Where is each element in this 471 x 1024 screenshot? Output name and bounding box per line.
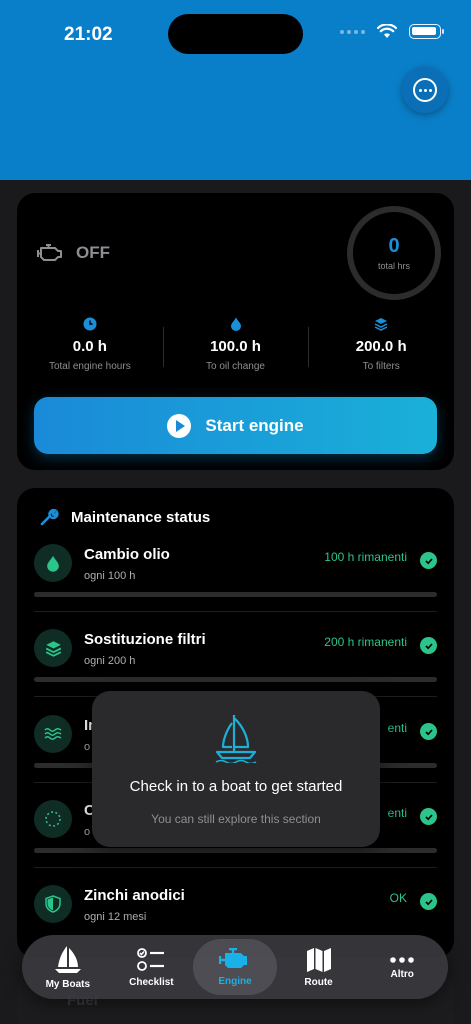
toast-title: Check in to a boat to get started: [129, 778, 343, 795]
more-options-button[interactable]: [402, 67, 448, 113]
engine-icon: [218, 947, 247, 968]
drop-icon: [47, 555, 59, 572]
stat-filters: 200.0 h To filters: [308, 317, 454, 377]
wifi-icon: [377, 24, 397, 38]
item-interval: ogni 12 mesi: [84, 911, 147, 923]
maintenance-item-oil[interactable]: Cambio olio ogni 100 h 100 h rimanenti: [34, 544, 437, 630]
item-icon: [34, 885, 72, 923]
item-name: Zinchi anodici: [84, 887, 185, 904]
tab-my-boats[interactable]: My Boats: [26, 939, 110, 995]
header: 21:02: [0, 0, 471, 180]
stat-total-hours: 0.0 h Total engine hours: [17, 317, 163, 377]
item-interval: o: [84, 826, 91, 838]
battery-icon: [409, 24, 444, 39]
check-icon: [420, 808, 437, 825]
layers-icon: [45, 640, 61, 657]
item-icon: [34, 544, 72, 582]
wrench-icon: [40, 508, 59, 526]
engine-status: OFF: [36, 243, 110, 263]
item-name: Sostituzione filtri: [84, 631, 206, 648]
stat-value: 0.0 h: [72, 338, 107, 355]
tab-label: My Boats: [45, 978, 91, 990]
dynamic-island: [168, 14, 303, 54]
item-name: Cambio olio: [84, 546, 170, 563]
tab-label: Engine: [218, 975, 252, 987]
sailboat-icon: [54, 945, 81, 973]
divider: [34, 867, 437, 868]
tab-altro[interactable]: Altro: [360, 939, 444, 995]
play-icon: [167, 413, 192, 438]
progress-bar: [34, 677, 437, 682]
clock-icon: [83, 317, 97, 331]
tab-route[interactable]: Route: [277, 939, 361, 995]
item-interval: o: [84, 741, 91, 753]
progress-bar: [34, 592, 437, 597]
layers-icon: [374, 318, 388, 331]
progress-bar: [34, 848, 437, 853]
check-in-toast: Check in to a boat to get started You ca…: [92, 691, 380, 847]
maintenance-title: Maintenance status: [71, 508, 211, 526]
stat-caption: To filters: [362, 361, 400, 372]
stat-value: 100.0 h: [210, 338, 261, 355]
status-icons: [340, 24, 444, 39]
item-remaining: OK: [389, 891, 407, 905]
sailboat-icon: [215, 715, 257, 763]
tab-checklist[interactable]: Checklist: [110, 939, 194, 995]
item-interval: ogni 200 h: [84, 655, 136, 667]
item-remaining: enti: [387, 721, 407, 735]
hours-gauge: 0 total hrs: [347, 206, 441, 300]
check-icon: [420, 893, 437, 910]
engine-stats: 0.0 h Total engine hours 100.0 h To oil …: [17, 317, 454, 377]
stat-value: 200.0 h: [355, 338, 407, 355]
ellipsis-circle-icon: [413, 78, 437, 102]
start-engine-label: Start engine: [205, 415, 304, 435]
stat-caption: To oil change: [206, 361, 265, 372]
status-time: 21:02: [64, 24, 113, 45]
tab-bar: My Boats Checklist Engine Route Altro: [22, 935, 448, 999]
item-icon: [34, 715, 72, 753]
divider: [34, 611, 437, 612]
stat-oil-change: 100.0 h To oil change: [162, 317, 309, 377]
item-remaining: 100 h rimanenti: [324, 550, 407, 564]
tab-label: Altro: [390, 968, 414, 980]
start-engine-button[interactable]: Start engine: [34, 397, 437, 454]
gauge-label: total hrs: [377, 261, 410, 271]
check-icon: [420, 723, 437, 740]
waves-icon: [44, 728, 62, 740]
item-remaining: 200 h rimanenti: [324, 635, 407, 649]
drop-icon: [230, 317, 241, 331]
tab-label: Route: [304, 976, 333, 988]
shield-icon: [45, 895, 61, 913]
item-icon: [34, 800, 72, 838]
item-interval: ogni 100 h: [84, 570, 136, 582]
map-icon: [306, 947, 331, 972]
maintenance-header: Maintenance status: [39, 507, 210, 527]
circle-dashed-icon: [45, 811, 61, 827]
check-icon: [420, 552, 437, 569]
tab-engine[interactable]: Engine: [193, 939, 277, 995]
gauge-value: 0: [388, 235, 400, 257]
engine-state-label: OFF: [76, 243, 110, 262]
engine-card: OFF 0 total hrs 0.0 h Total engine hours…: [17, 193, 454, 470]
tab-label: Checklist: [129, 976, 174, 988]
checklist-icon: [137, 947, 165, 971]
check-icon: [420, 637, 437, 654]
engine-icon: [37, 244, 62, 261]
signal-icon: [340, 29, 365, 34]
toast-subtitle: You can still explore this section: [151, 812, 321, 826]
item-icon: [34, 629, 72, 667]
more-icon: [390, 956, 414, 963]
item-remaining: enti: [387, 806, 407, 820]
stat-caption: Total engine hours: [48, 361, 131, 372]
